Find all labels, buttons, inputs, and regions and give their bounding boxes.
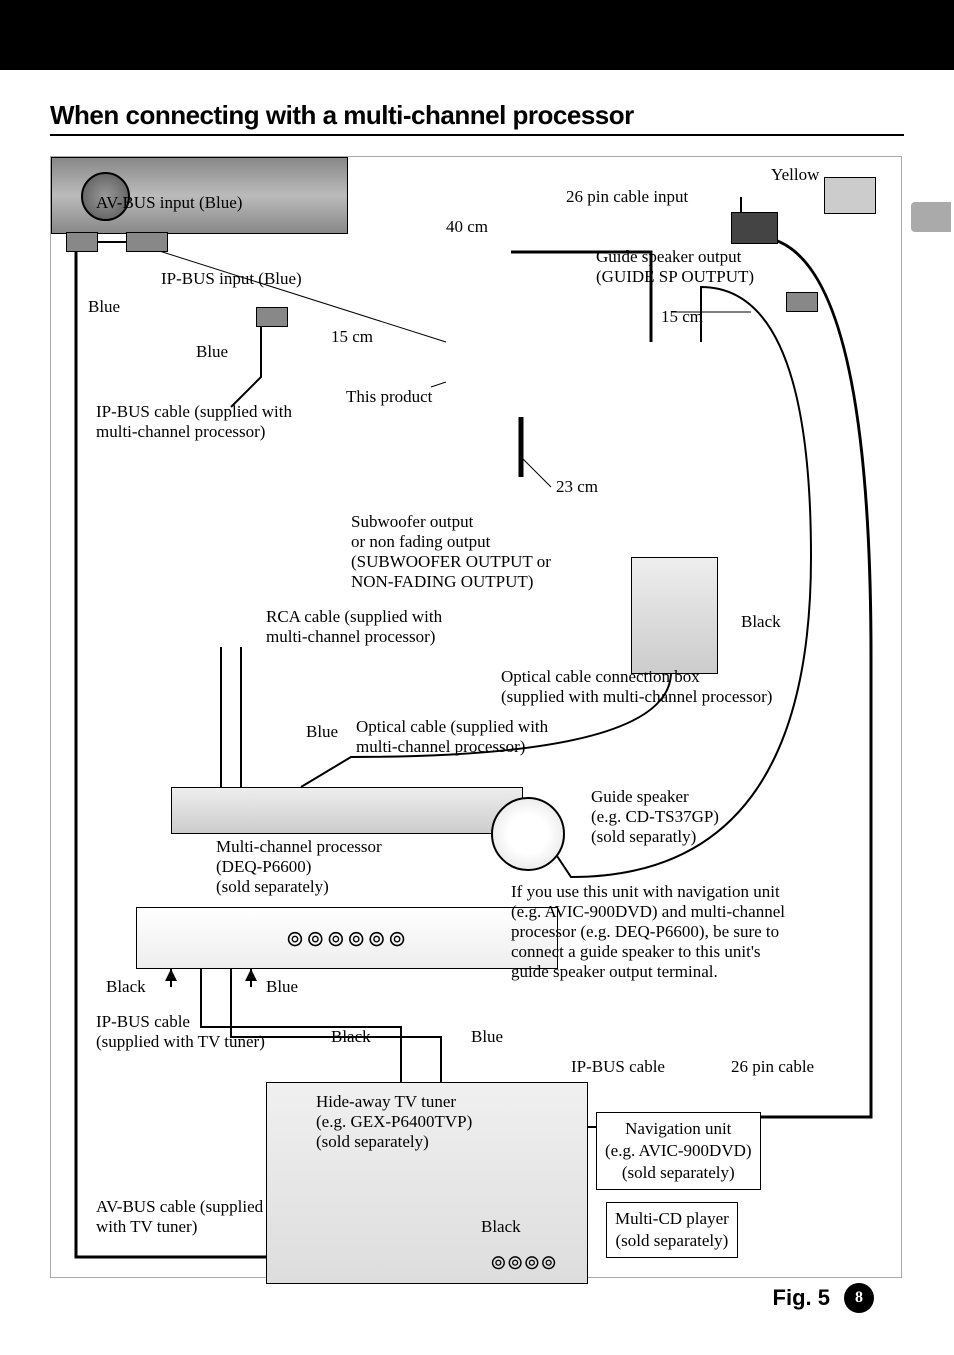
label-avbus-input: AV-BUS input (Blue) [96,193,242,213]
connector-icon [126,232,168,252]
label-ipbus-mcp2: multi-channel processor) [96,422,265,442]
label-rca1: RCA cable (supplied with [266,607,442,627]
label-black3: Black [331,1027,371,1047]
label-subout4: NON-FADING OUTPUT) [351,572,533,592]
label-26pin-cable: 26 pin cable [731,1057,814,1077]
label-optbox2: (supplied with multi-channel processor) [501,687,772,707]
label-black1: Black [741,612,781,632]
section-title: When connecting with a multi-channel pro… [50,100,904,136]
label-ipbustv2: (supplied with TV tuner) [96,1032,265,1052]
label-this-product: This product [346,387,432,407]
label-avbus-tv1: AV-BUS cable (supplied [96,1197,263,1217]
label-mcp2: (DEQ-P6600) [216,857,311,877]
page-side-tab [911,202,951,232]
label-tv1: Hide-away TV tuner [316,1092,456,1112]
label-blue4: Blue [266,977,298,997]
label-guide-out1: Guide speaker output [596,247,741,267]
label-note2: (e.g. AVIC-900DVD) and multi-channel [511,902,831,922]
label-black2: Black [106,977,146,997]
header-black-bar [0,0,954,70]
label-mcp3: (sold separately) [216,877,329,897]
guide-speaker-device [491,797,565,871]
label-gspk1: Guide speaker [591,787,689,807]
label-26pin-input: 26 pin cable input [566,187,688,207]
label-ipbus-short: IP-BUS cable [571,1057,665,1077]
connector-icon [786,292,818,312]
label-tv2: (e.g. GEX-P6400TVP) [316,1112,472,1132]
label-optcable2: multi-channel processor) [356,737,525,757]
label-blue3: Blue [306,722,338,742]
label-40cm: 40 cm [446,217,488,237]
nav2: (e.g. AVIC-900DVD) [605,1141,752,1160]
wiring-diagram: Yellow 26 pin cable input 40 cm AV-BUS i… [50,156,902,1278]
figure-label: Fig. 5 [773,1285,830,1311]
label-avbus-tv2: with TV tuner) [96,1217,197,1237]
label-blue1: Blue [88,297,120,317]
label-guide-out2: (GUIDE SP OUTPUT) [596,267,754,287]
label-blue2: Blue [196,342,228,362]
label-blue5: Blue [471,1027,503,1047]
connector-icon [256,307,288,327]
cd1: Multi-CD player [615,1209,729,1228]
label-gspk2: (e.g. CD-TS37GP) [591,807,719,827]
label-23cm: 23 cm [556,477,598,497]
optical-connection-box [631,557,718,674]
page-number: 8 [844,1283,874,1313]
label-rca2: multi-channel processor) [266,627,435,647]
yellow-connector-icon [731,212,778,244]
label-ipbus-input: IP-BUS input (Blue) [161,269,302,289]
label-note1: If you use this unit with navigation uni… [511,882,831,902]
label-tv3: (sold separately) [316,1132,429,1152]
label-ipbustv1: IP-BUS cable [96,1012,190,1032]
label-black4: Black [481,1217,521,1237]
label-optcable1: Optical cable (supplied with [356,717,548,737]
cd2: (sold separately) [615,1231,728,1250]
label-note4: connect a guide speaker to this unit's [511,942,831,962]
box-multi-cd-player: Multi-CD player (sold separately) [606,1202,738,1258]
label-subout2: or non fading output [351,532,490,552]
label-note3: processor (e.g. DEQ-P6600), be sure to [511,922,831,942]
label-note5: guide speaker output terminal. [511,962,831,982]
label-15cm-b: 15 cm [661,307,703,327]
nav1: Navigation unit [625,1119,731,1138]
box-navigation-unit: Navigation unit (e.g. AVIC-900DVD) (sold… [596,1112,761,1190]
label-ipbus-mcp1: IP-BUS cable (supplied with [96,402,292,422]
processor-rear-view [171,787,523,834]
label-yellow: Yellow [771,165,819,185]
label-subout3: (SUBWOOFER OUTPUT or [351,552,551,572]
label-optbox1: Optical cable connection box [501,667,700,687]
connector-icon [66,232,98,252]
label-mcp1: Multi-channel processor [216,837,382,857]
nav3: (sold separately) [622,1163,735,1182]
label-subout1: Subwoofer output [351,512,473,532]
processor-front-view [136,907,558,969]
label-15cm-a: 15 cm [331,327,373,347]
label-gspk3: (sold separatly) [591,827,696,847]
